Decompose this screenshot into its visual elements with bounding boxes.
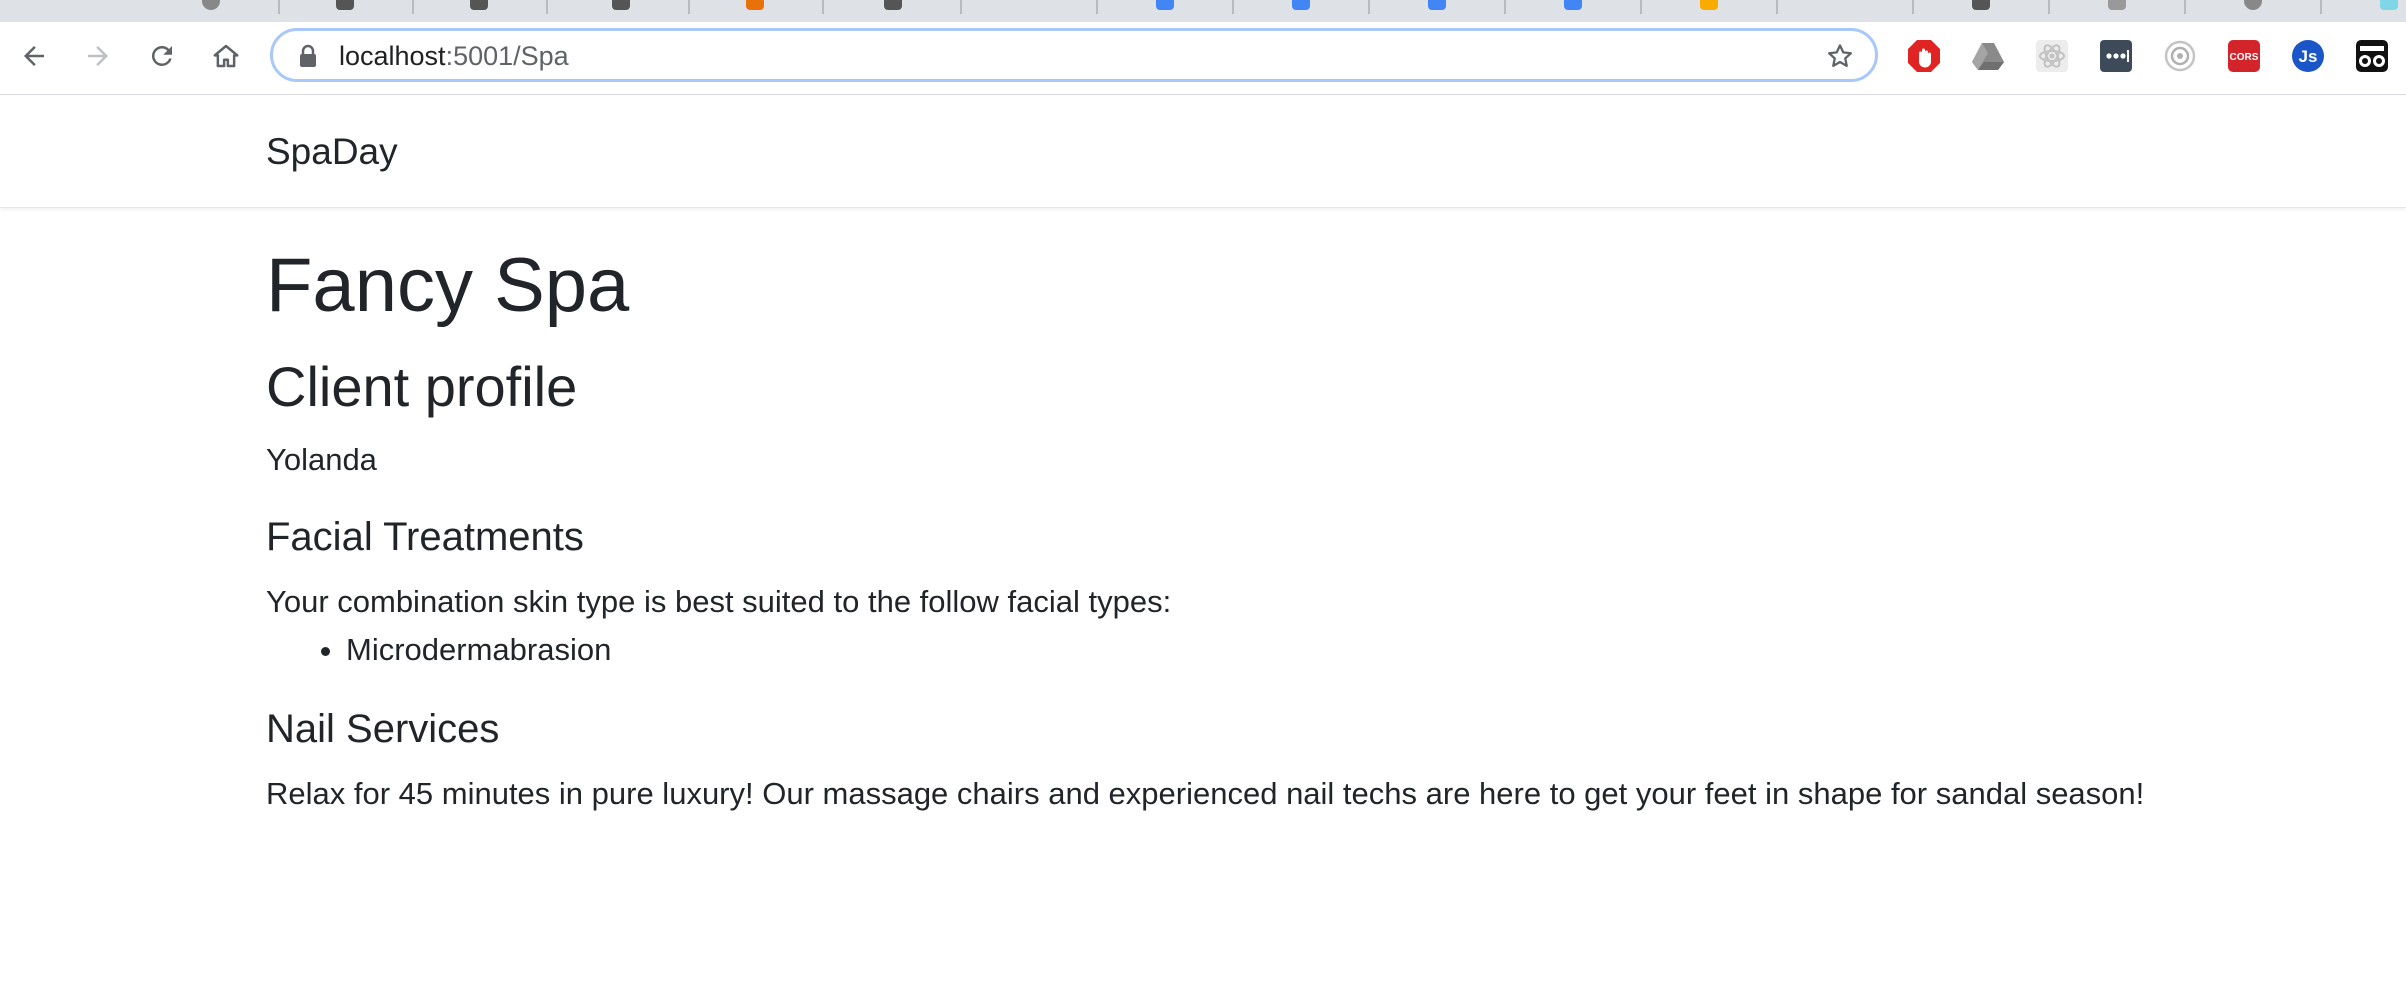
tab-favicon-icon — [202, 0, 220, 10]
more-dots-extension-icon[interactable] — [2098, 38, 2134, 74]
facial-intro: Your combination skin type is best suite… — [266, 584, 1172, 619]
browser-tab[interactable] — [1372, 0, 1506, 14]
arrow-left-icon — [24, 46, 44, 66]
tab-favicon-icon — [1292, 0, 1310, 10]
tab-favicon-icon — [2108, 0, 2126, 10]
url-text[interactable]: localhost:5001/Spa — [339, 41, 569, 71]
browser-tab[interactable] — [280, 0, 414, 14]
svg-text:Js: Js — [2299, 47, 2318, 66]
facial-heading: Facial Treatments — [266, 515, 584, 559]
site-navbar: SpaDay — [0, 95, 2406, 208]
browser-tab[interactable] — [146, 0, 280, 14]
browser-tab[interactable] — [828, 0, 962, 14]
browser-tab[interactable] — [1100, 0, 1234, 14]
tab-favicon-icon — [1700, 0, 1718, 10]
google-drive-icon[interactable] — [1970, 38, 2006, 74]
page-title: Fancy Spa — [266, 243, 630, 328]
url-host: localhost — [339, 41, 446, 71]
list-item: Microdermabrasion — [346, 628, 611, 672]
bookmark-star-icon[interactable] — [1825, 41, 1855, 71]
nails-text: Relax for 45 minutes in pure luxury! Our… — [266, 776, 2145, 811]
reload-icon — [151, 45, 172, 66]
url-path: :5001/Spa — [445, 41, 569, 71]
tab-favicon-icon — [2244, 0, 2262, 10]
tab-favicon-icon — [1428, 0, 1446, 10]
cors-extension-icon[interactable]: CORS — [2226, 38, 2262, 74]
home-button[interactable] — [206, 36, 246, 76]
browser-tab[interactable] — [2052, 0, 2186, 14]
brand-link[interactable]: SpaDay — [266, 131, 398, 173]
target-extension-icon[interactable] — [2162, 38, 2198, 74]
js-extension-icon[interactable]: Js — [2290, 38, 2326, 74]
browser-tab[interactable] — [1508, 0, 1642, 14]
tab-favicon-icon — [884, 0, 902, 10]
back-button[interactable] — [14, 36, 54, 76]
browser-tab[interactable] — [2188, 0, 2322, 14]
tab-favicon-icon — [336, 0, 354, 10]
browser-tab[interactable] — [690, 0, 824, 14]
reload-button[interactable] — [142, 36, 182, 76]
tab-favicon-icon — [1156, 0, 1174, 10]
incognito-extension-icon[interactable] — [2354, 38, 2390, 74]
browser-tab[interactable] — [964, 0, 1098, 14]
client-name: Yolanda — [266, 442, 377, 477]
forward-button[interactable] — [78, 36, 118, 76]
tab-favicon-icon — [2380, 0, 2398, 10]
lock-icon — [300, 44, 316, 67]
adblock-icon[interactable] — [1906, 38, 1942, 74]
tab-favicon-icon — [470, 0, 488, 10]
browser-tab[interactable] — [2324, 0, 2406, 14]
tab-favicon-icon — [612, 0, 630, 10]
browser-tab[interactable] — [1644, 0, 1778, 14]
tab-favicon-icon — [1564, 0, 1582, 10]
arrow-right-icon — [88, 46, 108, 66]
tab-favicon-icon — [746, 0, 764, 10]
browser-tab[interactable] — [1780, 0, 1914, 14]
tab-favicon-icon — [1972, 0, 1990, 10]
tab-strip — [0, 0, 2406, 22]
browser-tab[interactable] — [414, 0, 548, 14]
browser-tab[interactable] — [1236, 0, 1370, 14]
browser-tab[interactable] — [1916, 0, 2050, 14]
address-bar[interactable]: localhost:5001/Spa — [270, 28, 1878, 82]
react-devtools-icon[interactable] — [2034, 38, 2070, 74]
home-icon — [213, 44, 239, 68]
browser-toolbar: localhost:5001/Spa CORS Js — [0, 22, 2406, 95]
facial-list: Microdermabrasion — [266, 628, 611, 672]
svg-text:CORS: CORS — [2230, 52, 2259, 63]
page-subtitle: Client profile — [266, 355, 578, 418]
browser-tab[interactable] — [556, 0, 690, 14]
nails-heading: Nail Services — [266, 707, 500, 751]
